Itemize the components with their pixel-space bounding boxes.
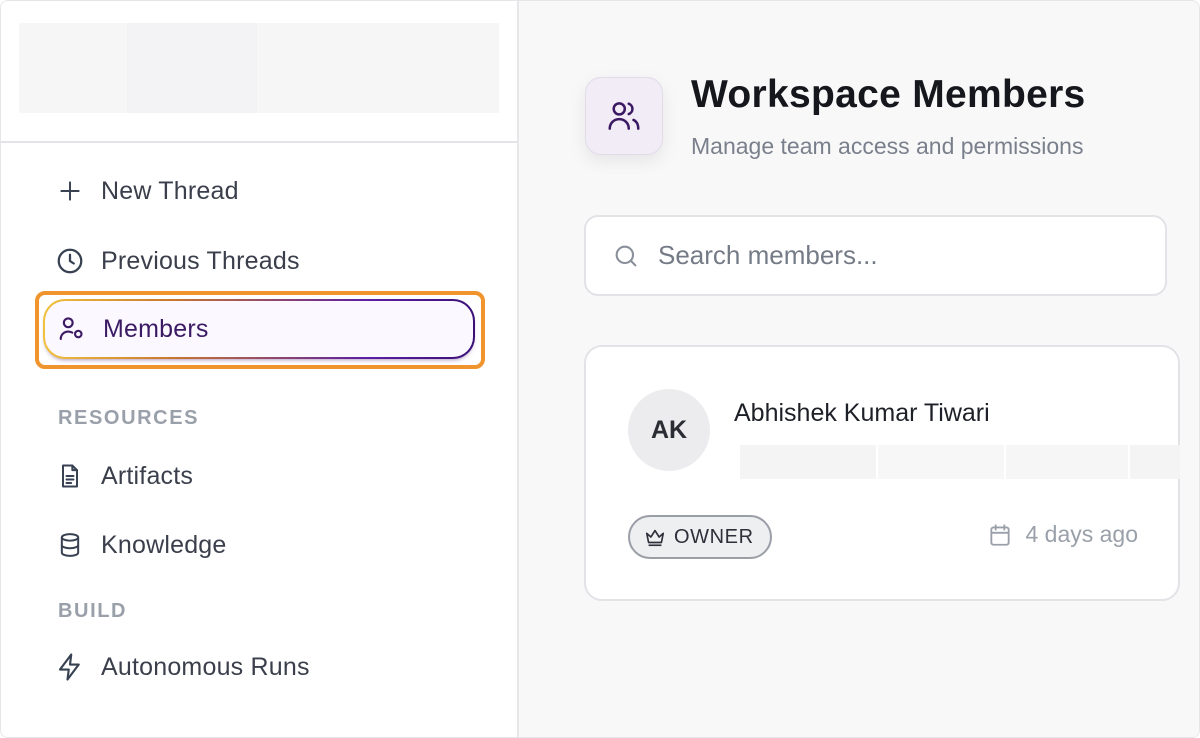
- plus-icon: [53, 174, 87, 208]
- sidebar-item-label: Previous Threads: [101, 246, 300, 275]
- redacted-block: [1130, 445, 1180, 479]
- logo-block: [127, 23, 257, 113]
- clock-icon: [53, 244, 87, 278]
- member-email-redacted: [740, 445, 1180, 479]
- role-label: OWNER: [674, 525, 754, 548]
- search-icon: [610, 240, 642, 272]
- search-input[interactable]: [658, 240, 1138, 271]
- sidebar-item-label: Artifacts: [101, 461, 194, 490]
- lightning-icon: [53, 650, 87, 684]
- search-bar[interactable]: [584, 215, 1167, 296]
- sidebar-item-knowledge[interactable]: Knowledge: [43, 515, 475, 575]
- member-name: Abhishek Kumar Tiwari: [734, 399, 990, 427]
- logo-block: [259, 23, 499, 113]
- member-card[interactable]: AK Abhishek Kumar Tiwari OWNER 4 days ag…: [584, 345, 1180, 601]
- sidebar-divider: [1, 141, 517, 143]
- joined-text: 4 days ago: [1025, 521, 1138, 547]
- sidebar-item-new-thread[interactable]: New Thread: [43, 161, 475, 221]
- sidebar: New Thread Previous Threads Members RESO…: [1, 1, 519, 737]
- role-badge: OWNER: [628, 515, 772, 559]
- logo-placeholder: [19, 23, 499, 113]
- sidebar-item-label: Knowledge: [101, 530, 227, 559]
- user-settings-icon: [55, 312, 89, 346]
- redacted-block: [1006, 445, 1128, 479]
- page-title: Workspace Members: [691, 73, 1086, 116]
- document-icon: [53, 459, 87, 493]
- sidebar-item-label: Autonomous Runs: [101, 652, 310, 681]
- section-label-build: BUILD: [58, 600, 128, 622]
- sidebar-item-autonomous-runs[interactable]: Autonomous Runs: [43, 637, 475, 697]
- sidebar-item-label: Members: [103, 314, 209, 343]
- redacted-block: [740, 445, 876, 479]
- joined-date: 4 days ago: [987, 521, 1138, 548]
- users-icon: [585, 77, 663, 155]
- avatar: AK: [628, 389, 710, 471]
- database-icon: [53, 528, 87, 562]
- redacted-block: [878, 445, 1004, 479]
- page-subtitle: Manage team access and permissions: [691, 133, 1084, 159]
- sidebar-item-label: New Thread: [101, 176, 239, 205]
- sidebar-item-previous-threads[interactable]: Previous Threads: [43, 231, 475, 291]
- calendar-icon: [987, 522, 1013, 548]
- sidebar-item-artifacts[interactable]: Artifacts: [43, 446, 475, 506]
- crown-icon: [644, 526, 666, 548]
- sidebar-item-members[interactable]: Members: [43, 299, 475, 359]
- section-label-resources: RESOURCES: [58, 407, 200, 429]
- main-content: Workspace Members Manage team access and…: [519, 1, 1199, 737]
- app-window: New Thread Previous Threads Members RESO…: [0, 0, 1200, 738]
- logo-block: [19, 23, 125, 113]
